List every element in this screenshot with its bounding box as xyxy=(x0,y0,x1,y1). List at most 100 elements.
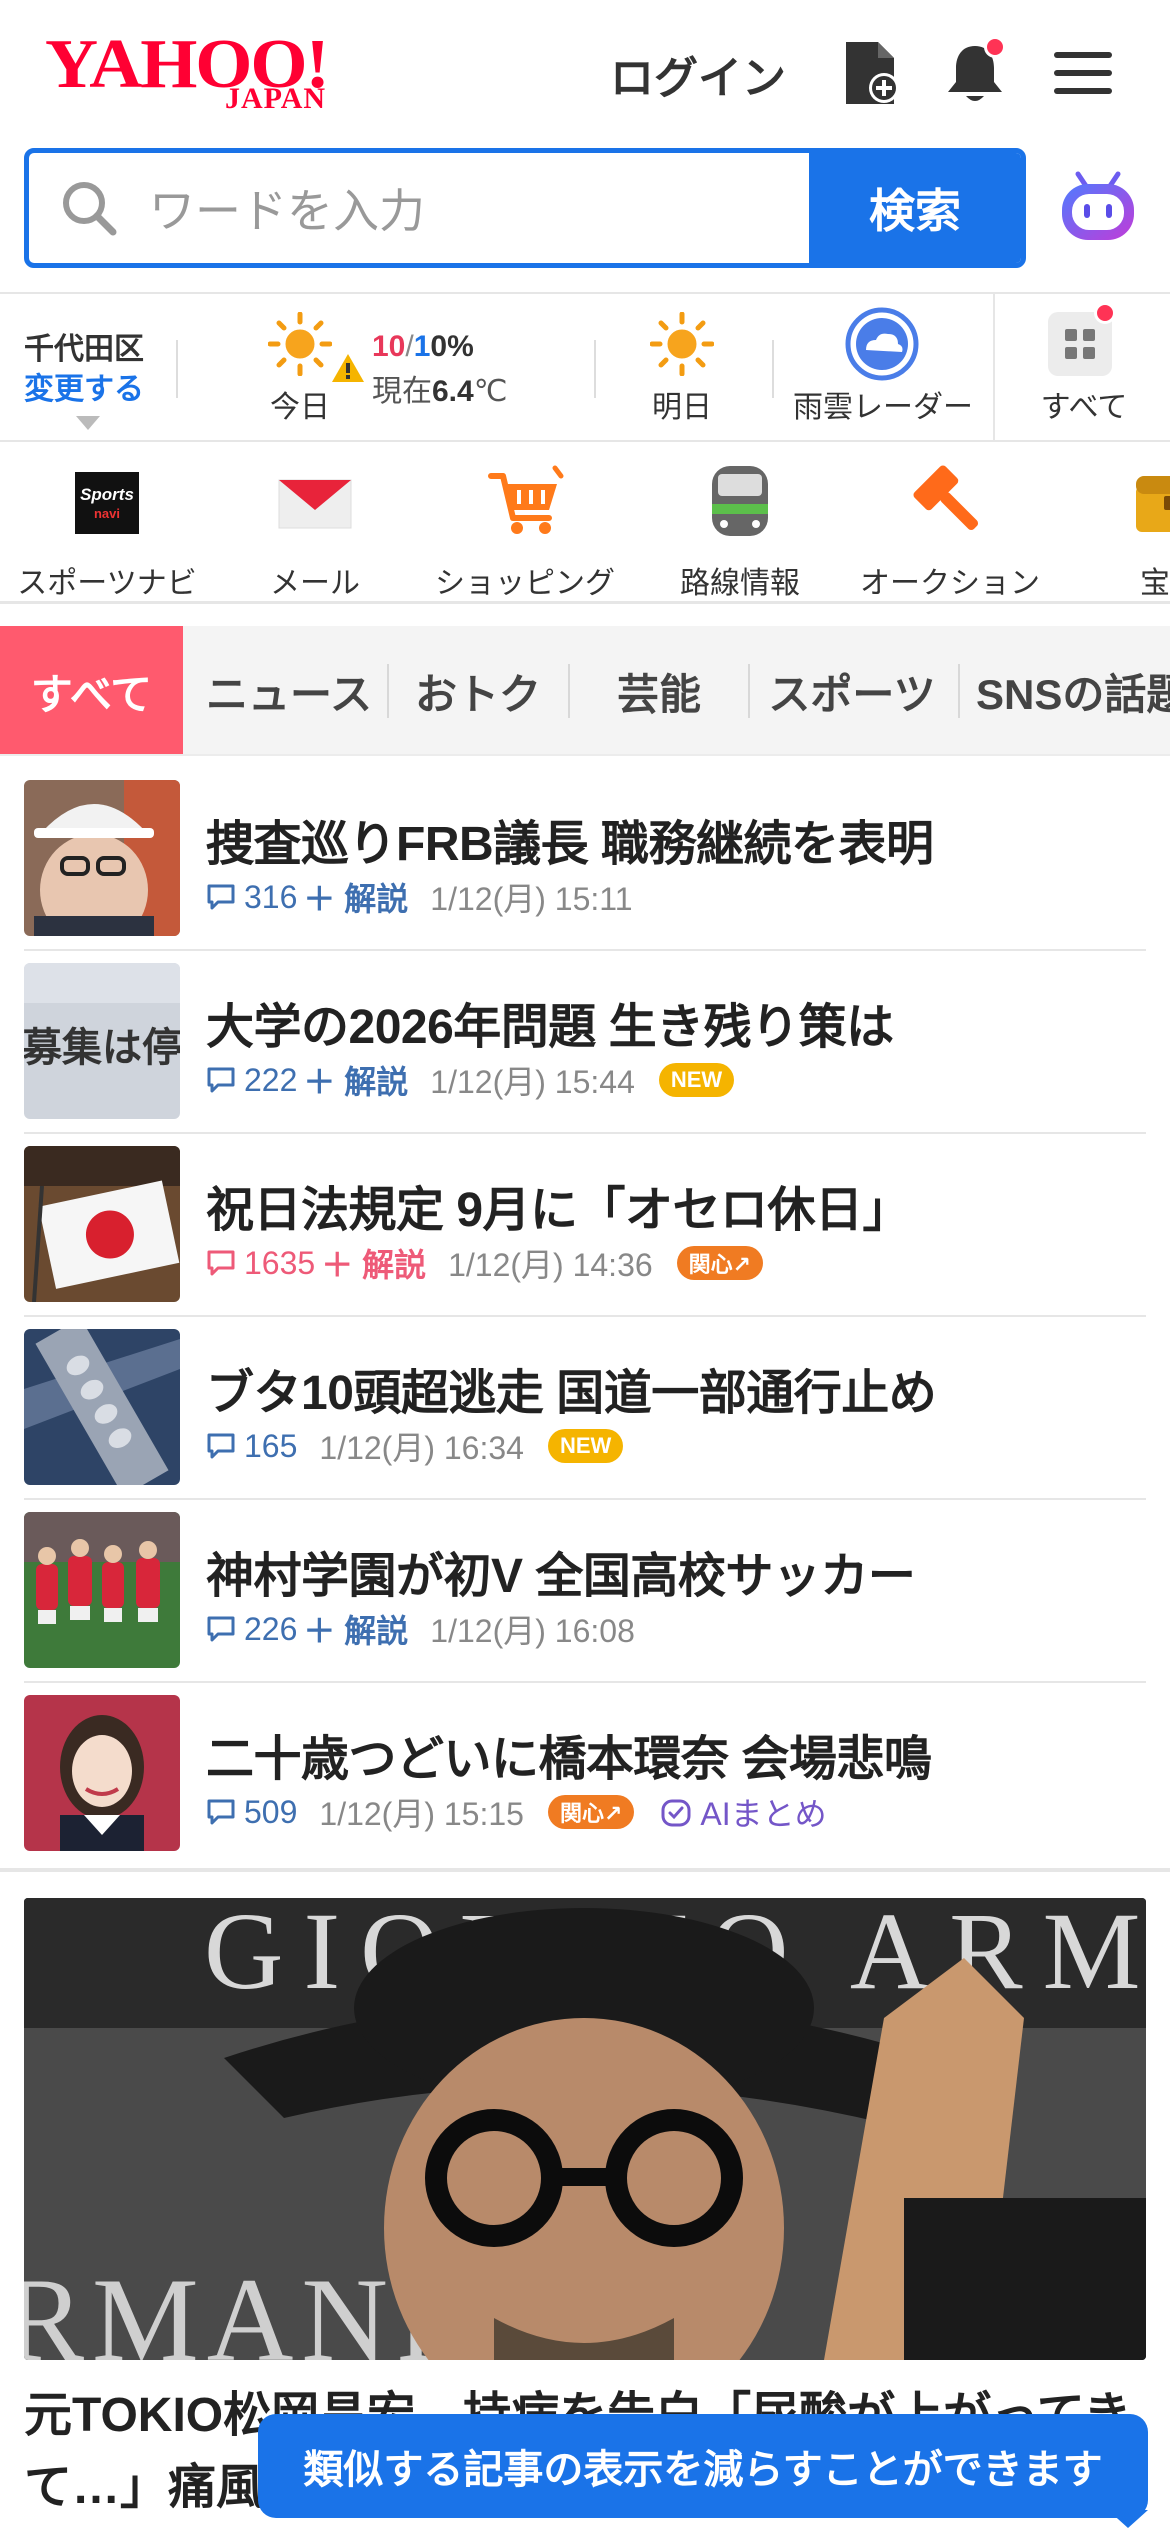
notification-badge xyxy=(984,36,1006,58)
grid-icon[interactable] xyxy=(1048,302,1116,376)
service-treasure[interactable]: 宝箱 xyxy=(1090,462,1170,601)
comment-count[interactable]: 316 ＋ 解説 xyxy=(206,874,408,920)
svg-text:Sports: Sports xyxy=(80,485,134,504)
search-placeholder: ワードを入力 xyxy=(149,185,425,237)
news-date: 1/12(月) 15:11 xyxy=(430,881,633,917)
service-auction[interactable]: オークション xyxy=(850,462,1050,601)
news-title: 祝日法規定 9月に「オセロ休日」 xyxy=(206,1184,911,1237)
current-prefix: 現在 xyxy=(372,375,432,408)
add-document-icon[interactable] xyxy=(838,38,904,108)
tab-entertainment[interactable]: 芸能 xyxy=(570,626,748,754)
commentary-link: ＋ 解説 xyxy=(303,881,409,917)
shopping-cart-icon xyxy=(485,462,565,542)
search-input[interactable]: ワードを入力 xyxy=(29,153,814,263)
divider xyxy=(772,340,774,398)
news-meta: 226 ＋ 解説 1/12(月) 16:08 xyxy=(206,1606,635,1652)
service-label: 路線情報 xyxy=(680,567,800,600)
trending-badge: 関心↗ xyxy=(676,1246,764,1280)
tab-news[interactable]: ニュース xyxy=(192,626,386,754)
divider xyxy=(993,292,995,442)
news-date: 1/12(月) 16:08 xyxy=(430,1613,635,1649)
news-item[interactable]: 神村学園が初V 全国高校サッカー 226 ＋ 解説 1/12(月) 16:08 xyxy=(24,1500,1146,1683)
service-train[interactable]: 路線情報 xyxy=(660,462,820,601)
news-title: 二十歳つどいに橋本環奈 会場悲鳴 xyxy=(206,1733,932,1786)
news-item[interactable]: 祝日法規定 9月に「オセロ休日」 1635 ＋ 解説 1/12(月) 14:36… xyxy=(24,1134,1146,1317)
tab-all[interactable]: すべて xyxy=(0,626,183,754)
service-mail[interactable]: メール xyxy=(235,462,395,601)
sunny-icon xyxy=(650,312,714,376)
news-thumbnail xyxy=(24,1512,180,1668)
news-date: 1/12(月) 15:15 xyxy=(319,1796,524,1832)
comment-count[interactable]: 226 ＋ 解説 xyxy=(206,1606,408,1652)
rain-radar-icon[interactable] xyxy=(844,306,920,382)
area-name: 千代田区 xyxy=(24,333,144,366)
tab-sns[interactable]: SNSの話題 xyxy=(962,626,1170,754)
section-divider xyxy=(0,1868,1170,1872)
rain-chance: 0% xyxy=(430,330,474,363)
weather-area[interactable]: 千代田区 変更する xyxy=(24,330,144,410)
feedback-toast[interactable]: 類似する記事の表示を減らすことができます xyxy=(258,2414,1148,2518)
login-link[interactable]: ログイン xyxy=(610,42,786,106)
all-services-label[interactable]: すべて xyxy=(1014,382,1154,426)
news-item[interactable]: 捜査巡りFRB議長 職務継続を表明 316 ＋ 解説 1/12(月) 15:11 xyxy=(24,768,1146,951)
comment-icon xyxy=(207,1250,235,1276)
comment-icon xyxy=(207,1067,235,1093)
tab-sports[interactable]: スポーツ xyxy=(750,626,954,754)
ai-summary-label: AIまとめ xyxy=(700,1796,827,1832)
comment-number: 226 xyxy=(244,1610,298,1647)
service-label: メール xyxy=(270,567,360,600)
tab-deals[interactable]: おトク xyxy=(388,626,568,754)
tomorrow-label[interactable]: 明日 xyxy=(642,382,722,426)
yahoo-japan-logo[interactable]: YAHOO! JAPAN xyxy=(45,30,365,120)
temp-slash: / xyxy=(405,330,414,363)
comment-count[interactable]: 165 xyxy=(206,1428,297,1465)
news-meta: 316 ＋ 解説 1/12(月) 15:11 xyxy=(206,874,633,920)
divider xyxy=(958,664,960,718)
caret-down-icon xyxy=(76,416,100,430)
change-area-link[interactable]: 変更する xyxy=(24,370,144,410)
ai-assistant-icon[interactable] xyxy=(1058,168,1138,246)
backdrop-text-bottom: RMANI xyxy=(24,2253,444,2360)
bell-icon[interactable] xyxy=(942,36,1008,108)
news-date: 1/12(月) 15:44 xyxy=(430,1064,635,1100)
warning-icon xyxy=(332,354,364,382)
news-title: 捜査巡りFRB議長 職務継続を表明 xyxy=(206,818,934,871)
comment-number: 509 xyxy=(244,1793,298,1830)
news-item[interactable]: 二十歳つどいに橋本環奈 会場悲鳴 509 1/12(月) 15:15 関心↗ A… xyxy=(24,1683,1146,1866)
svg-text:募集は停: 募集は停 xyxy=(24,1025,180,1071)
news-item[interactable]: 募集は停 大学の2026年問題 生き残り策は 222 ＋ 解説 1/12(月) … xyxy=(24,951,1146,1134)
temperature-range: 10/10% xyxy=(372,330,474,364)
ai-summary-link[interactable]: AIまとめ xyxy=(660,1789,827,1835)
service-shopping[interactable]: ショッピング xyxy=(430,462,620,601)
comment-count[interactable]: 509 xyxy=(206,1794,297,1831)
service-label: 宝箱 xyxy=(1140,567,1170,600)
news-item[interactable]: ブタ10頭超逃走 国道一部通行止め 165 1/12(月) 16:34 NEW xyxy=(24,1317,1146,1500)
service-label: オークション xyxy=(860,567,1040,600)
search-button[interactable]: 検索 xyxy=(809,153,1021,263)
comment-number: 316 xyxy=(244,878,298,915)
auction-hammer-icon xyxy=(910,462,990,542)
news-thumbnail: 募集は停 xyxy=(24,963,180,1119)
notification-badge xyxy=(1094,302,1116,324)
service-sportsnavi[interactable]: Sports navi スポーツナビ xyxy=(12,462,202,601)
train-icon xyxy=(700,462,780,542)
news-thumbnail xyxy=(24,780,180,936)
comment-icon xyxy=(207,1616,235,1642)
comment-number: 165 xyxy=(244,1427,298,1464)
today-label[interactable]: 今日 xyxy=(268,382,332,426)
comment-count[interactable]: 1635 ＋ 解説 xyxy=(206,1240,426,1286)
news-thumbnail xyxy=(24,1329,180,1485)
comment-number: 222 xyxy=(244,1061,298,1098)
divider xyxy=(594,340,596,398)
news-title: 神村学園が初V 全国高校サッカー xyxy=(206,1550,916,1603)
services-row: Sports navi スポーツナビ メール ショッピング 路線情報 オークショ… xyxy=(0,444,1170,604)
divider xyxy=(176,340,178,398)
comment-count[interactable]: 222 ＋ 解説 xyxy=(206,1057,408,1103)
feature-image[interactable]: GIORGIO ARMANI RMANI xyxy=(24,1898,1146,2360)
rain-radar-label[interactable]: 雨雲レーダー xyxy=(790,382,976,426)
menu-hamburger-icon[interactable] xyxy=(1050,38,1116,108)
comment-icon xyxy=(207,1799,235,1825)
news-thumbnail xyxy=(24,1146,180,1302)
treasure-box-icon xyxy=(1130,462,1170,542)
search-icon xyxy=(63,182,117,236)
